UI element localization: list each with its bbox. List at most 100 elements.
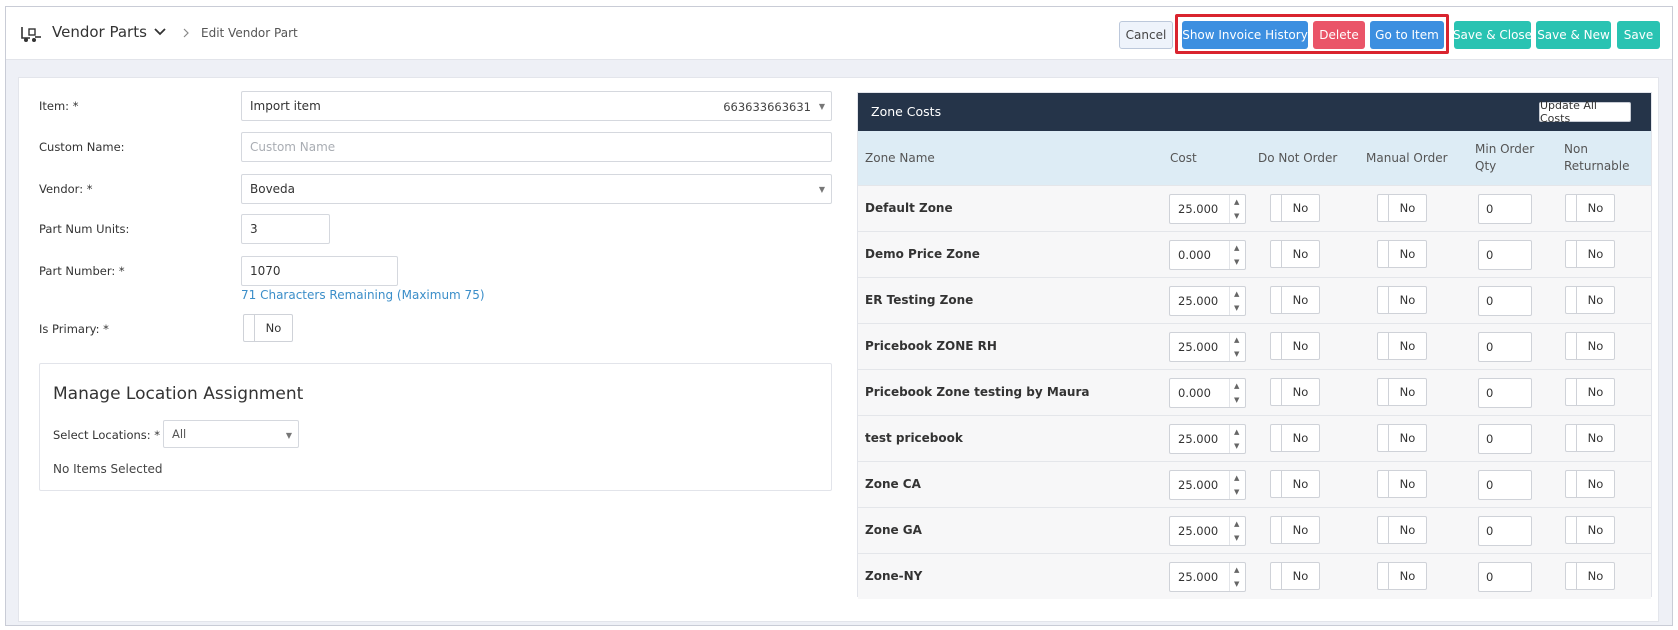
- cost-input[interactable]: 25.000 ▲ ▼: [1169, 562, 1246, 592]
- non-returnable-value: No: [1587, 523, 1604, 537]
- cost-input[interactable]: 25.000 ▲ ▼: [1169, 424, 1246, 454]
- go-to-item-button[interactable]: Go to Item: [1370, 21, 1444, 49]
- manual-order-toggle[interactable]: No: [1377, 332, 1427, 360]
- do-not-order-toggle[interactable]: No: [1270, 240, 1320, 268]
- zone-costs-panel: Zone Costs Update All Costs Zone Name Co…: [857, 92, 1652, 599]
- zone-name: Pricebook Zone testing by Maura: [865, 385, 1090, 399]
- do-not-order-toggle[interactable]: No: [1270, 470, 1320, 498]
- zone-name: Default Zone: [865, 201, 953, 215]
- custom-name-input[interactable]: Custom Name: [241, 132, 832, 162]
- spin-down-icon[interactable]: ▼: [1234, 534, 1239, 542]
- spin-up-icon[interactable]: ▲: [1234, 382, 1239, 390]
- do-not-order-toggle[interactable]: No: [1270, 516, 1320, 544]
- min-order-qty-input[interactable]: 0: [1478, 378, 1532, 408]
- manual-order-toggle[interactable]: No: [1377, 562, 1427, 590]
- min-order-qty-value: 0: [1486, 524, 1494, 538]
- non-returnable-toggle[interactable]: No: [1565, 516, 1615, 544]
- save-new-button[interactable]: Save & New: [1536, 21, 1611, 49]
- cost-input[interactable]: 0.000 ▲ ▼: [1169, 240, 1246, 270]
- part-num-units-input[interactable]: 3: [241, 214, 330, 244]
- cost-spinner[interactable]: ▲ ▼: [1229, 425, 1245, 453]
- manual-order-value: No: [1399, 247, 1416, 261]
- non-returnable-toggle[interactable]: No: [1565, 194, 1615, 222]
- cost-spinner[interactable]: ▲ ▼: [1229, 563, 1245, 591]
- toggle-knob: [1566, 425, 1577, 451]
- min-order-qty-input[interactable]: 0: [1478, 332, 1532, 362]
- manual-order-toggle[interactable]: No: [1377, 378, 1427, 406]
- cost-spinner[interactable]: ▲ ▼: [1229, 287, 1245, 315]
- zone-name: test pricebook: [865, 431, 963, 445]
- min-order-qty-input[interactable]: 0: [1478, 516, 1532, 546]
- min-order-qty-input[interactable]: 0: [1478, 240, 1532, 270]
- cancel-button[interactable]: Cancel: [1119, 21, 1173, 49]
- cost-spinner[interactable]: ▲ ▼: [1229, 471, 1245, 499]
- manual-order-toggle[interactable]: No: [1377, 470, 1427, 498]
- spin-up-icon[interactable]: ▲: [1234, 290, 1239, 298]
- spin-down-icon[interactable]: ▼: [1234, 396, 1239, 404]
- spin-up-icon[interactable]: ▲: [1234, 336, 1239, 344]
- chevron-down-icon[interactable]: [154, 27, 166, 37]
- spin-down-icon[interactable]: ▼: [1234, 488, 1239, 496]
- min-order-qty-input[interactable]: 0: [1478, 194, 1532, 224]
- spin-up-icon[interactable]: ▲: [1234, 428, 1239, 436]
- page-title[interactable]: Vendor Parts: [52, 23, 147, 41]
- cost-input[interactable]: 25.000 ▲ ▼: [1169, 470, 1246, 500]
- save-button[interactable]: Save: [1617, 21, 1660, 49]
- non-returnable-toggle[interactable]: No: [1565, 424, 1615, 452]
- toggle-knob: [1566, 379, 1577, 405]
- cost-spinner[interactable]: ▲ ▼: [1229, 241, 1245, 269]
- min-order-qty-input[interactable]: 0: [1478, 470, 1532, 500]
- manual-order-toggle[interactable]: No: [1377, 194, 1427, 222]
- spin-down-icon[interactable]: ▼: [1234, 212, 1239, 220]
- do-not-order-toggle[interactable]: No: [1270, 286, 1320, 314]
- manual-order-toggle[interactable]: No: [1377, 286, 1427, 314]
- spin-down-icon[interactable]: ▼: [1234, 304, 1239, 312]
- cost-spinner[interactable]: ▲ ▼: [1229, 333, 1245, 361]
- do-not-order-toggle[interactable]: No: [1270, 378, 1320, 406]
- do-not-order-toggle[interactable]: No: [1270, 194, 1320, 222]
- spin-down-icon[interactable]: ▼: [1234, 350, 1239, 358]
- toggle-knob: [1566, 563, 1577, 589]
- min-order-qty-value: 0: [1486, 478, 1494, 492]
- spin-up-icon[interactable]: ▲: [1234, 474, 1239, 482]
- cost-input[interactable]: 0.000 ▲ ▼: [1169, 378, 1246, 408]
- cost-input[interactable]: 25.000 ▲ ▼: [1169, 516, 1246, 546]
- part-number-input[interactable]: 1070: [241, 256, 398, 286]
- spin-down-icon[interactable]: ▼: [1234, 442, 1239, 450]
- is-primary-toggle[interactable]: No: [243, 314, 293, 342]
- min-order-qty-input[interactable]: 0: [1478, 286, 1532, 316]
- do-not-order-toggle[interactable]: No: [1270, 332, 1320, 360]
- delete-button[interactable]: Delete: [1313, 21, 1365, 49]
- non-returnable-toggle[interactable]: No: [1565, 562, 1615, 590]
- show-invoice-history-button[interactable]: Show Invoice History: [1182, 21, 1308, 49]
- do-not-order-toggle[interactable]: No: [1270, 424, 1320, 452]
- item-select[interactable]: Import item 663633663631 ▼: [241, 91, 832, 121]
- spin-up-icon[interactable]: ▲: [1234, 244, 1239, 252]
- select-locations-dropdown[interactable]: All ▼: [163, 420, 299, 448]
- cost-input[interactable]: 25.000 ▲ ▼: [1169, 194, 1246, 224]
- spin-up-icon[interactable]: ▲: [1234, 566, 1239, 574]
- non-returnable-toggle[interactable]: No: [1565, 240, 1615, 268]
- cost-spinner[interactable]: ▲ ▼: [1229, 195, 1245, 223]
- manual-order-toggle[interactable]: No: [1377, 240, 1427, 268]
- min-order-qty-input[interactable]: 0: [1478, 424, 1532, 454]
- manual-order-toggle[interactable]: No: [1377, 516, 1427, 544]
- spin-up-icon[interactable]: ▲: [1234, 520, 1239, 528]
- non-returnable-toggle[interactable]: No: [1565, 332, 1615, 360]
- cost-input[interactable]: 25.000 ▲ ▼: [1169, 286, 1246, 316]
- non-returnable-toggle[interactable]: No: [1565, 286, 1615, 314]
- vendor-select[interactable]: Boveda ▼: [241, 174, 832, 204]
- spin-up-icon[interactable]: ▲: [1234, 198, 1239, 206]
- spin-down-icon[interactable]: ▼: [1234, 580, 1239, 588]
- min-order-qty-input[interactable]: 0: [1478, 562, 1532, 592]
- spin-down-icon[interactable]: ▼: [1234, 258, 1239, 266]
- manual-order-toggle[interactable]: No: [1377, 424, 1427, 452]
- cost-spinner[interactable]: ▲ ▼: [1229, 517, 1245, 545]
- non-returnable-toggle[interactable]: No: [1565, 378, 1615, 406]
- update-all-costs-button[interactable]: Update All Costs: [1539, 99, 1631, 125]
- cost-input[interactable]: 25.000 ▲ ▼: [1169, 332, 1246, 362]
- do-not-order-toggle[interactable]: No: [1270, 562, 1320, 590]
- non-returnable-toggle[interactable]: No: [1565, 470, 1615, 498]
- save-close-button[interactable]: Save & Close: [1453, 21, 1532, 49]
- cost-spinner[interactable]: ▲ ▼: [1229, 379, 1245, 407]
